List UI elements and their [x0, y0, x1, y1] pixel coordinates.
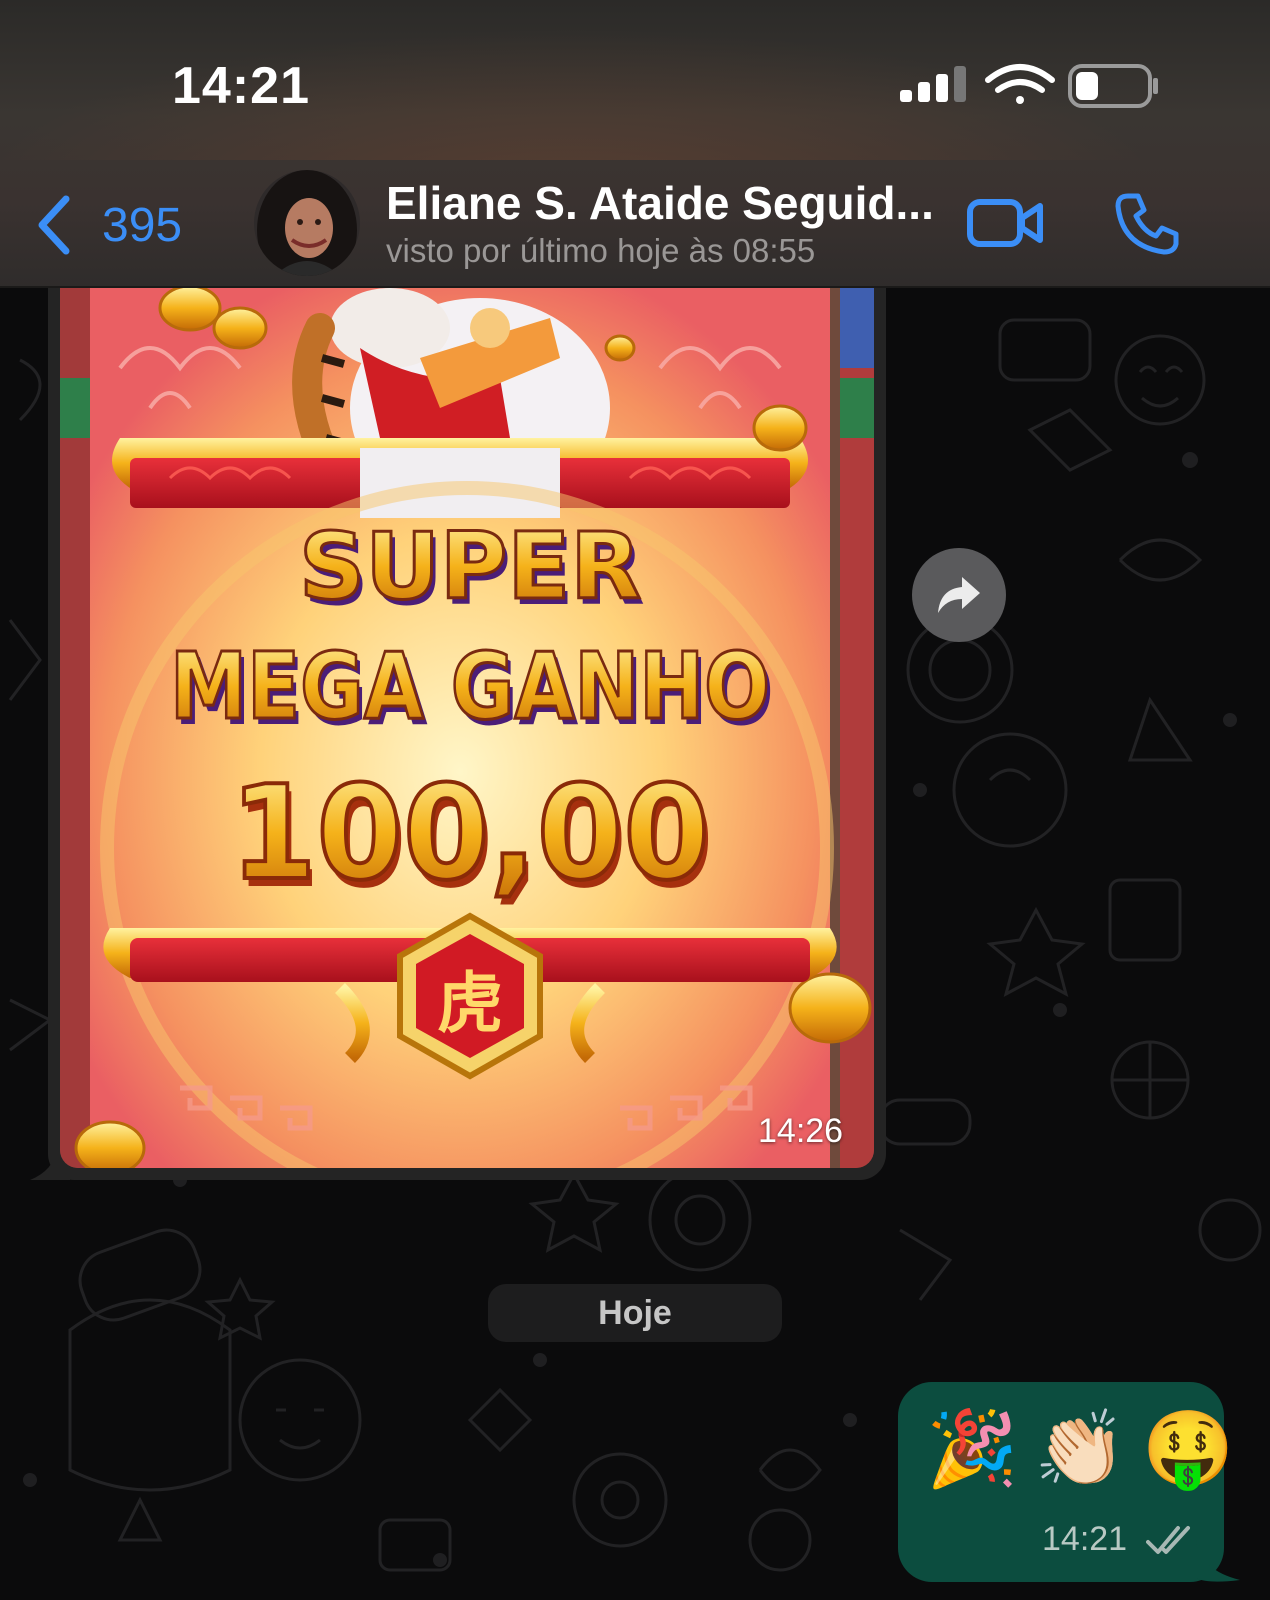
signal-icon [900, 66, 966, 102]
battery-icon [1068, 64, 1158, 108]
emoji-message: 🎉 👏🏻 🤑 [926, 1404, 1234, 1494]
emblem-glyph: 虎 [437, 965, 503, 1042]
date-separator: Hoje [488, 1284, 782, 1342]
win-line2-text: MEGA GANHO [170, 633, 770, 740]
unread-count: 395 [102, 198, 183, 252]
clapping-hands-emoji: 👏🏻 [1034, 1407, 1127, 1490]
contact-name[interactable]: Eliane S. Ataide Seguid... [386, 176, 934, 230]
status-bar-icons [900, 64, 1158, 108]
party-popper-emoji: 🎉 [926, 1407, 1019, 1490]
outgoing-message-time: 14:21 [1042, 1520, 1128, 1558]
avatar-image [254, 170, 360, 276]
game-win-artwork: SUPER SUPER MEGA GANHO MEGA GANHO 100,00… [60, 288, 874, 1168]
win-amount-text: 100,00 [230, 757, 710, 909]
image-message-time: 14:26 [758, 1112, 844, 1150]
forward-arrow-icon [938, 577, 980, 613]
win-line1-text: SUPER [299, 513, 641, 620]
chevron-left-icon [38, 195, 70, 255]
back-button[interactable]: 395 [36, 190, 182, 260]
bubble-tail [1196, 1540, 1240, 1582]
date-separator-label: Hoje [598, 1293, 672, 1332]
contact-avatar[interactable] [254, 170, 360, 276]
money-mouth-emoji: 🤑 [1142, 1407, 1235, 1490]
wifi-icon [985, 64, 1055, 104]
forward-button[interactable] [912, 548, 1006, 642]
last-seen-status: visto por último hoje às 08:55 [386, 232, 816, 269]
video-camera-icon [967, 199, 1043, 247]
voice-call-button[interactable] [1114, 190, 1180, 256]
double-check-icon [1146, 1526, 1190, 1554]
status-bar-time: 14:21 [172, 57, 310, 115]
phone-icon [1115, 193, 1179, 255]
video-call-button[interactable] [966, 196, 1044, 250]
game-screenshot-image[interactable]: SUPER SUPER MEGA GANHO MEGA GANHO 100,00… [60, 288, 874, 1168]
chat-screen: 14:21 395 Eliane S. Ataide Seguid... vis… [0, 0, 1270, 1600]
